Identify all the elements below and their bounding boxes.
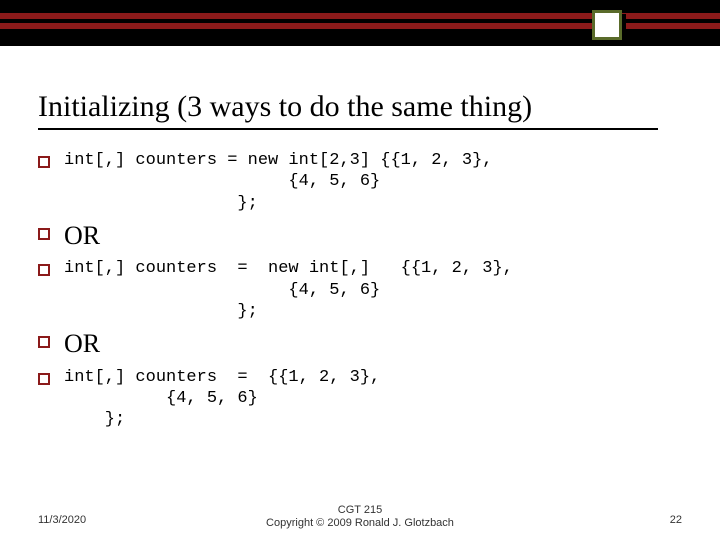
slide: Initializing (3 ways to do the same thin… bbox=[0, 0, 720, 540]
or-label: OR bbox=[64, 330, 100, 359]
decorative-top-bar bbox=[0, 0, 720, 46]
footer-copyright: Copyright © 2009 Ronald J. Glotzbach bbox=[266, 517, 454, 529]
or-label: OR bbox=[64, 222, 100, 251]
slide-body: int[,] counters = new int[2,3] {{1, 2, 3… bbox=[38, 150, 678, 438]
bullet-icon bbox=[38, 373, 50, 385]
decorative-square-icon bbox=[592, 10, 622, 40]
code-block: int[,] counters = {{1, 2, 3}, {4, 5, 6} … bbox=[64, 367, 380, 431]
bullet-icon bbox=[38, 264, 50, 276]
code-block: int[,] counters = new int[2,3] {{1, 2, 3… bbox=[64, 150, 492, 214]
list-item: int[,] counters = new int[,] {{1, 2, 3},… bbox=[38, 258, 678, 322]
list-item: int[,] counters = {{1, 2, 3}, {4, 5, 6} … bbox=[38, 367, 678, 431]
list-item: int[,] counters = new int[2,3] {{1, 2, 3… bbox=[38, 150, 678, 214]
list-item: OR bbox=[38, 222, 678, 251]
bullet-icon bbox=[38, 228, 50, 240]
footer-course: CGT 215 bbox=[338, 504, 382, 516]
title-underline bbox=[38, 128, 658, 130]
bullet-icon bbox=[38, 156, 50, 168]
list-item: OR bbox=[38, 330, 678, 359]
slide-title: Initializing (3 ways to do the same thin… bbox=[38, 90, 532, 124]
bullet-icon bbox=[38, 336, 50, 348]
code-block: int[,] counters = new int[,] {{1, 2, 3},… bbox=[64, 258, 513, 322]
footer-page-number: 22 bbox=[670, 514, 682, 526]
footer-center: CGT 215 Copyright © 2009 Ronald J. Glotz… bbox=[0, 504, 720, 530]
